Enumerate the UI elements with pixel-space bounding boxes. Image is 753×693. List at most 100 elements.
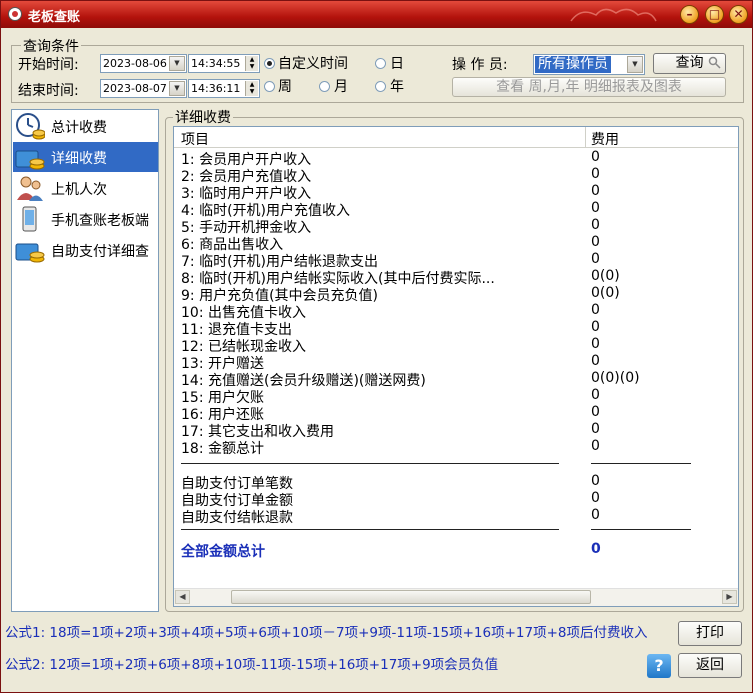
separator-line: [591, 529, 691, 530]
row-fee: 0(0): [591, 268, 620, 284]
phone-icon: [22, 206, 37, 232]
radio-year[interactable]: [375, 81, 386, 92]
row-fee: 0(0)(0): [591, 370, 640, 386]
start-date-picker[interactable]: 2023-08-06 ▼: [100, 54, 187, 73]
table-row[interactable]: 7: 临时(开机)用户结帐退款支出 0: [174, 251, 738, 270]
row-item: 自助支付结帐退款: [181, 510, 293, 526]
column-header-item[interactable]: 项目: [181, 129, 209, 149]
minimize-button[interactable]: –: [680, 5, 699, 24]
row-item: 18: 金额总计: [181, 441, 264, 457]
sidebar-item-total-fee[interactable]: 总计收费: [13, 111, 158, 141]
end-date-value: 2023-08-07: [103, 82, 167, 95]
spin-arrows-icon[interactable]: ▲ ▼: [245, 81, 258, 96]
operator-select[interactable]: 所有操作员 ▼: [533, 54, 645, 75]
row-fee: 0: [591, 234, 600, 250]
sidebar-item-detail-fee[interactable]: 详细收费: [13, 142, 158, 172]
row-fee: 0: [591, 404, 600, 420]
table-row[interactable]: 15: 用户欠账 0: [174, 387, 738, 406]
table-header: 项目 费用: [174, 127, 738, 148]
table-row[interactable]: 6: 商品出售收入 0: [174, 234, 738, 253]
end-time-value: 14:36:11: [191, 82, 241, 95]
sidebar-item-label: 上机人次: [51, 182, 107, 198]
print-button[interactable]: 打印: [678, 621, 742, 646]
sidebar-item-label: 自助支付详细查: [51, 244, 149, 260]
chevron-down-icon[interactable]: ▼: [627, 56, 643, 73]
scroll-right-icon[interactable]: ▶: [722, 590, 737, 604]
help-icon[interactable]: ?: [647, 654, 671, 678]
radio-custom-time[interactable]: [264, 58, 275, 69]
radio-month[interactable]: [319, 81, 330, 92]
chevron-down-icon[interactable]: ▼: [169, 81, 185, 96]
table-row[interactable]: 3: 临时用户开户收入 0: [174, 183, 738, 202]
sidebar-item-self-pay[interactable]: 自助支付详细查: [13, 235, 158, 265]
search-button[interactable]: 查询: [653, 53, 726, 74]
chevron-down-icon[interactable]: ▼: [169, 56, 185, 71]
row-fee: 0: [591, 200, 600, 216]
row-fee: 0: [591, 336, 600, 352]
radio-week[interactable]: [264, 81, 275, 92]
column-header-fee[interactable]: 费用: [591, 129, 619, 149]
table-row[interactable]: 11: 退充值卡支出 0: [174, 319, 738, 338]
back-button-label: 返回: [696, 657, 724, 673]
sidebar-item-online-count[interactable]: 上机人次: [13, 173, 158, 203]
radio-day[interactable]: [375, 58, 386, 69]
sidebar-item-mobile-boss[interactable]: 手机查账老板端: [13, 204, 158, 234]
table-row[interactable]: 16: 用户还账 0: [174, 404, 738, 423]
main-window: 老板查账 – □ ✕ 查询条件 开始时间: 2023-08-06 ▼ 14:34…: [0, 0, 753, 693]
table-row[interactable]: 9: 用户充负值(其中会员充负值) 0(0): [174, 285, 738, 304]
row-fee: 0: [591, 302, 600, 318]
end-date-picker[interactable]: 2023-08-07 ▼: [100, 79, 187, 98]
end-time-label: 结束时间:: [18, 83, 79, 99]
users-icon: [17, 176, 43, 201]
start-date-value: 2023-08-06: [103, 57, 167, 70]
close-button[interactable]: ✕: [729, 5, 748, 24]
grand-total-row[interactable]: 全部金额总计 0: [174, 541, 738, 560]
sidebar-item-label: 手机查账老板端: [51, 213, 149, 229]
row-fee: 0: [591, 473, 600, 489]
operator-label: 操 作 员:: [452, 57, 508, 73]
separator-line: [591, 463, 691, 464]
radio-custom-time-label: 自定义时间: [278, 56, 348, 72]
table-row[interactable]: 10: 出售充值卡收入 0: [174, 302, 738, 321]
row-fee: 0: [591, 353, 600, 369]
table-row[interactable]: 5: 手动开机押金收入 0: [174, 217, 738, 236]
horizontal-scrollbar[interactable]: ◀ ▶: [174, 588, 738, 606]
separator-line: [181, 463, 559, 464]
table-row[interactable]: 1: 会员用户开户收入 0: [174, 149, 738, 168]
table-row[interactable]: 12: 已结帐现金收入 0: [174, 336, 738, 355]
scrollbar-thumb[interactable]: [231, 590, 591, 604]
table-row[interactable]: 8: 临时(开机)用户结帐实际收入(其中后付费实际... 0(0): [174, 268, 738, 287]
sidebar-item-label: 详细收费: [51, 151, 107, 167]
spin-arrows-icon[interactable]: ▲ ▼: [245, 56, 258, 71]
column-divider[interactable]: [585, 127, 586, 147]
back-button[interactable]: 返回: [678, 653, 742, 678]
start-time-value: 14:34:55: [191, 57, 241, 70]
maximize-button[interactable]: □: [705, 5, 724, 24]
window-title: 老板查账: [28, 10, 81, 25]
grand-total-label: 全部金额总计: [181, 544, 265, 560]
operator-select-value: 所有操作员: [535, 56, 611, 73]
cloud-decoration-icon: [570, 8, 657, 22]
table-row[interactable]: 2: 会员用户充值收入 0: [174, 166, 738, 185]
row-fee: 0: [591, 490, 600, 506]
table-row[interactable]: 13: 开户赠送 0: [174, 353, 738, 372]
table-row[interactable]: 14: 充值赠送(会员升级赠送)(赠送网费) 0(0)(0): [174, 370, 738, 389]
row-fee: 0: [591, 387, 600, 403]
end-time-picker[interactable]: 14:36:11 ▲ ▼: [188, 79, 260, 98]
scroll-left-icon[interactable]: ◀: [175, 590, 190, 604]
start-time-picker[interactable]: 14:34:55 ▲ ▼: [188, 54, 260, 73]
app-logo-icon: [8, 7, 22, 21]
wallet-coins-icon: [15, 243, 45, 263]
row-fee: 0: [591, 319, 600, 335]
table-row[interactable]: 自助支付订单笔数 0: [174, 473, 738, 492]
table-row[interactable]: 4: 临时(开机)用户充值收入 0: [174, 200, 738, 219]
view-report-button[interactable]: 查看 周,月,年 明细报表及图表: [452, 77, 726, 97]
detail-table[interactable]: 项目 费用 1: 会员用户开户收入 0 2: 会员用户充值收入 0 3: 临时用户开…: [173, 126, 739, 607]
row-fee: 0: [591, 149, 600, 165]
formula-1: 公式1: 18项=1项+2项+3项+4项+5项+6项+10项－7项+9项-11项…: [5, 625, 648, 641]
table-row[interactable]: 自助支付结帐退款 0: [174, 507, 738, 526]
table-row[interactable]: 18: 金额总计 0: [174, 438, 738, 457]
table-row[interactable]: 17: 其它支出和收入费用 0: [174, 421, 738, 440]
table-row[interactable]: 自助支付订单金额 0: [174, 490, 738, 509]
separator-line: [181, 529, 559, 530]
